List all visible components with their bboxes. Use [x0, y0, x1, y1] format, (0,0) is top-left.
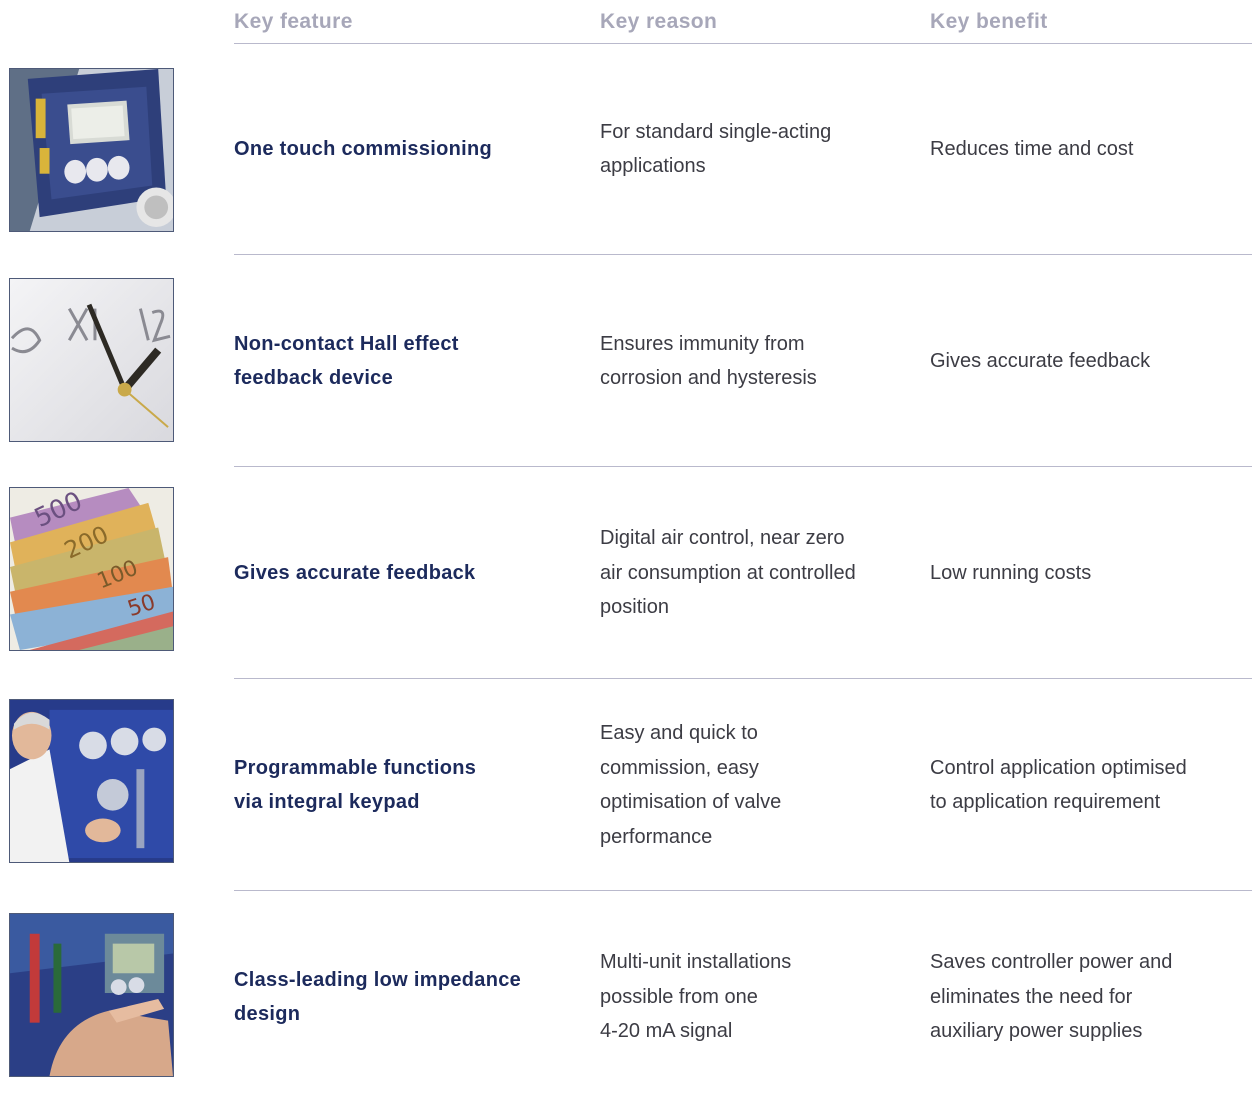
table-row: 500 200 100 50 Gives accurate feedback D… [0, 467, 1252, 679]
reason-cell: Ensures immunity from corrosion and hyst… [600, 332, 817, 390]
benefit-cell: Saves controller power and eliminates th… [930, 951, 1173, 1043]
feature-cell: Programmable functions via integral keyp… [234, 756, 477, 814]
clock-face-photo [9, 278, 174, 442]
table-header: Key feature Key reason Key benefit [234, 0, 1252, 44]
benefit-cell: Reduces time and cost [930, 137, 1134, 160]
reason-cell: Multi-unit installations possible from o… [600, 951, 792, 1043]
hand-pressing-keypad-photo [9, 913, 174, 1077]
header-key-reason: Key reason [600, 10, 718, 33]
reason-cell: For standard single-acting applications [600, 120, 832, 178]
table-row: Class-leading low impedance design Multi… [0, 891, 1252, 1103]
technician-panel-photo [9, 699, 174, 863]
euro-banknotes-photo: 500 200 100 50 [9, 487, 174, 651]
table-row: Programmable functions via integral keyp… [0, 679, 1252, 891]
header-key-benefit: Key benefit [930, 10, 1048, 33]
benefit-cell: Low running costs [930, 561, 1092, 584]
benefit-cell: Control application optimised to applica… [930, 756, 1187, 814]
feature-cell: One touch commissioning [234, 137, 493, 160]
header-key-feature: Key feature [234, 10, 353, 33]
feature-cell: Gives accurate feedback [234, 561, 476, 584]
table-row: One touch commissioning For standard sin… [0, 43, 1252, 255]
benefit-cell: Gives accurate feedback [930, 349, 1151, 372]
feature-cell: Non-contact Hall effect feedback device [234, 332, 459, 390]
positioner-keypad-photo [9, 68, 174, 232]
table-row: Non-contact Hall effect feedback device … [0, 255, 1252, 467]
reason-cell: Digital air control, near zero air consu… [600, 527, 856, 619]
reason-cell: Easy and quick to commission, easy optim… [600, 722, 782, 848]
feature-cell: Class-leading low impedance design [234, 968, 522, 1026]
